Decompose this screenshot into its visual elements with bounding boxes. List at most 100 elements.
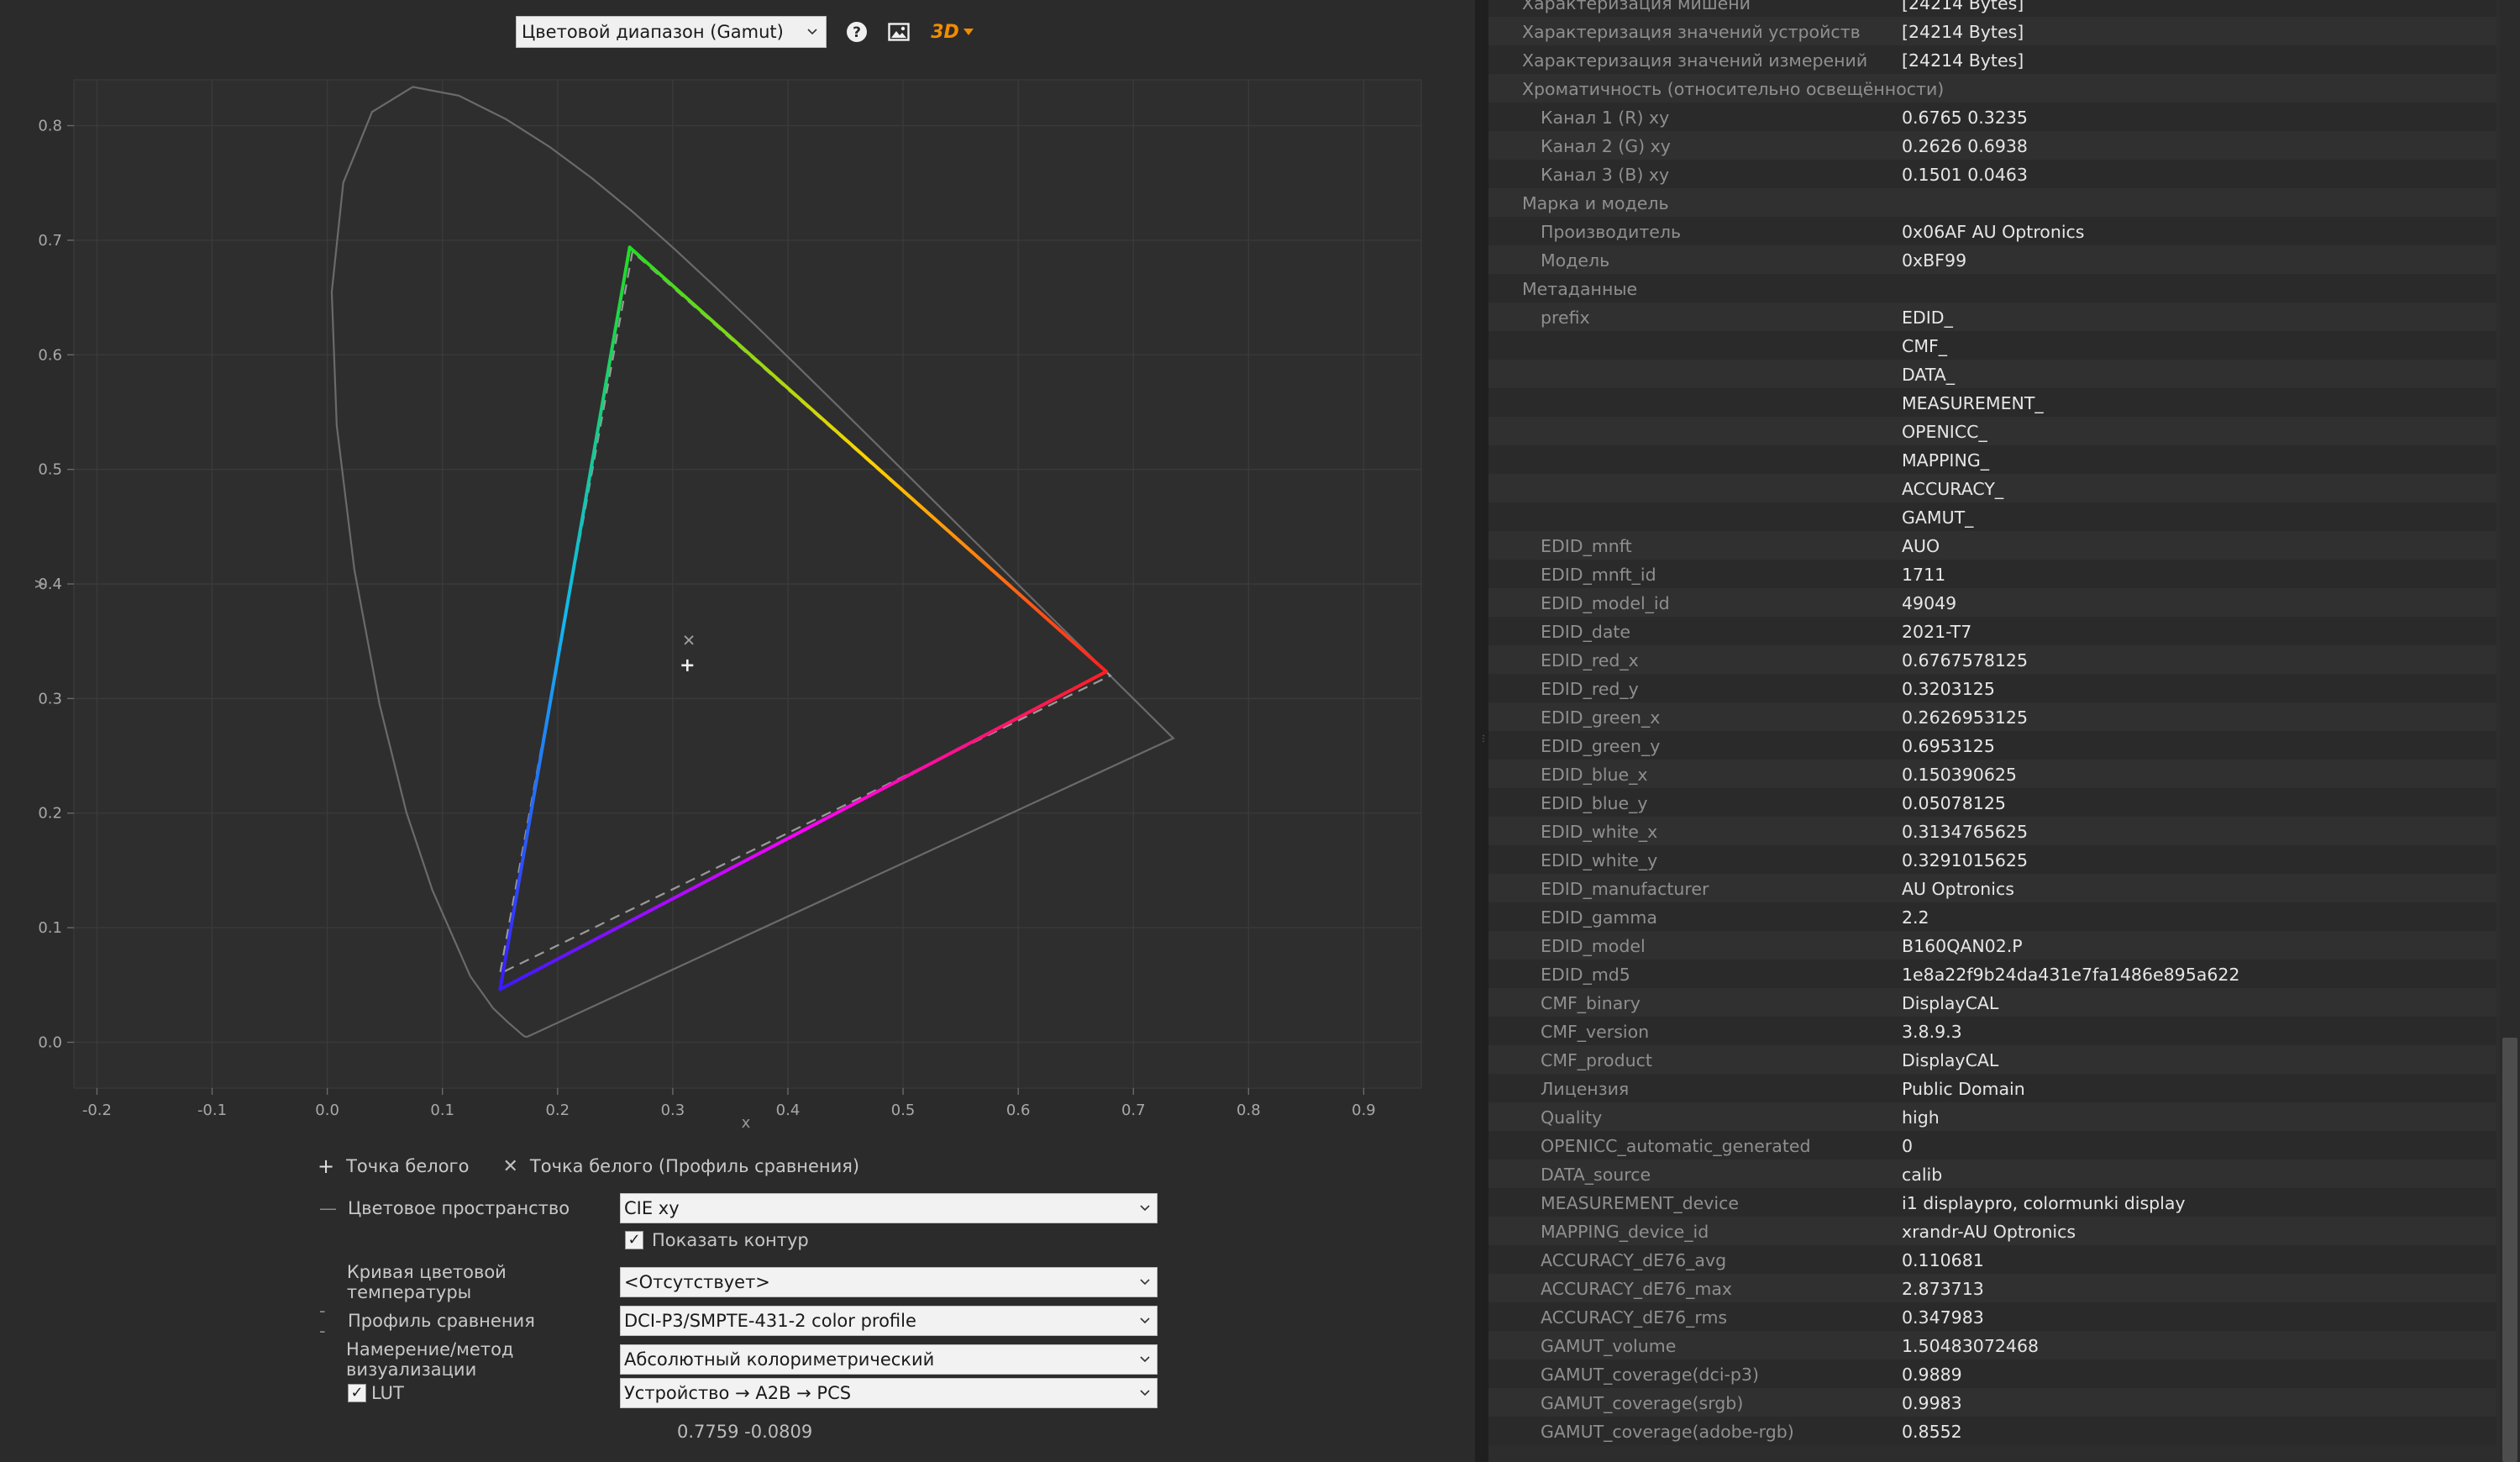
info-row[interactable]: ACCURACY_dE76_avg 0.110681 [1488, 1245, 2496, 1274]
info-row[interactable]: ACCURACY_ [1488, 474, 2496, 502]
scrollbar-thumb[interactable] [2502, 1038, 2517, 1462]
chart-legend: + Точка белого ✕ Точка белого (Профиль с… [318, 1154, 859, 1178]
info-row[interactable]: DATA_source calib [1488, 1160, 2496, 1188]
info-row[interactable]: EDID_blue_y 0.05078125 [1488, 788, 2496, 817]
info-value: 0.6953125 [1902, 736, 1995, 756]
info-row[interactable]: GAMUT_coverage(dci-p3) 0.9889 [1488, 1359, 2496, 1388]
info-row[interactable]: GAMUT_volume 1.50483072468 [1488, 1331, 2496, 1359]
x-tick-label: 0.3 [661, 1102, 685, 1119]
info-row[interactable]: EDID_mnft_id 1711 [1488, 560, 2496, 588]
info-row[interactable]: GAMUT_coverage(adobe-rgb) 0.8552 [1488, 1417, 2496, 1445]
info-value: [24214 Bytes] [1902, 0, 2024, 13]
info-key: Модель [1541, 250, 1610, 271]
image-icon[interactable] [887, 20, 911, 44]
info-row[interactable]: MEASUREMENT_ [1488, 388, 2496, 417]
info-scrollbar[interactable] [2500, 0, 2520, 1462]
info-row[interactable]: DATA_ [1488, 360, 2496, 388]
info-row[interactable]: Модель 0xBF99 [1488, 245, 2496, 274]
info-row[interactable]: EDID_white_x 0.3134765625 [1488, 817, 2496, 845]
lut-label: LUT [371, 1383, 404, 1403]
info-row[interactable]: Характеризация значений устройств [24214 … [1488, 17, 2496, 45]
info-row[interactable]: CMF_product DisplayCAL [1488, 1045, 2496, 1074]
info-row[interactable]: Канал 1 (R) xy 0.6765 0.3235 [1488, 103, 2496, 131]
info-row[interactable]: ACCURACY_dE76_max 2.873713 [1488, 1274, 2496, 1302]
lut-checkbox[interactable]: ✓ [348, 1384, 366, 1402]
dashed-line-icon: - - [319, 1301, 326, 1341]
info-row[interactable]: EDID_manufacturer AU Optronics [1488, 874, 2496, 902]
view-3d-button[interactable]: 3D [929, 20, 976, 44]
info-row[interactable]: EDID_model B160QAN02.P [1488, 931, 2496, 960]
info-row[interactable]: OPENICC_automatic_generated 0 [1488, 1131, 2496, 1160]
info-row[interactable]: CMF_ [1488, 331, 2496, 360]
legend-white-point-label: Точка белого [346, 1156, 470, 1176]
info-value: Public Domain [1902, 1079, 2025, 1099]
info-row[interactable]: EDID_blue_x 0.150390625 [1488, 760, 2496, 788]
help-icon[interactable]: ? [845, 20, 869, 44]
info-row[interactable]: GAMUT_ [1488, 502, 2496, 531]
info-row[interactable]: CMF_version 3.8.9.3 [1488, 1017, 2496, 1045]
info-row[interactable]: MAPPING_device_id xrandr-AU Optronics [1488, 1217, 2496, 1245]
info-value: [24214 Bytes] [1902, 50, 2024, 71]
info-row[interactable]: MAPPING_ [1488, 445, 2496, 474]
intent-row: Намерение/метод визуализации Абсолютный … [319, 1339, 1158, 1380]
info-value: calib [1902, 1165, 1943, 1185]
info-value: 0.8552 [1902, 1422, 1962, 1442]
info-row[interactable]: EDID_green_x 0.2626953125 [1488, 702, 2496, 731]
info-row[interactable]: prefix EDID_ [1488, 302, 2496, 331]
info-row[interactable]: GAMUT_coverage(srgb) 0.9983 [1488, 1388, 2496, 1417]
colorspace-select[interactable]: CIE xy [620, 1193, 1158, 1223]
info-row[interactable]: Производитель 0x06AF AU Optronics [1488, 217, 2496, 245]
show-outline-checkbox[interactable]: ✓ [625, 1231, 643, 1249]
info-row[interactable]: EDID_model_id 49049 [1488, 588, 2496, 617]
info-value: DisplayCAL [1902, 993, 1999, 1013]
cursor-coordinates: 0.7759 -0.0809 [677, 1422, 813, 1442]
info-row[interactable]: Характеризация значений измерений [24214 … [1488, 45, 2496, 74]
info-row[interactable]: EDID_red_x 0.6767578125 [1488, 645, 2496, 674]
info-row[interactable]: EDID_md5 1e8a22f9b24da431e7fa1486e895a622 [1488, 960, 2496, 988]
info-row[interactable]: EDID_mnft AUO [1488, 531, 2496, 560]
intent-label-wrap: Намерение/метод визуализации [319, 1339, 620, 1380]
info-row[interactable]: EDID_white_y 0.3291015625 [1488, 845, 2496, 874]
info-key: DATA_source [1541, 1165, 1651, 1185]
view-mode-select[interactable]: Цветовой диапазон (Gamut) [516, 16, 827, 48]
info-row[interactable]: Марка и модель [1488, 188, 2496, 217]
pane-splitter[interactable]: ⋮ [1475, 0, 1488, 1462]
compare-profile-label-wrap: - - Профиль сравнения [319, 1301, 620, 1341]
info-row[interactable]: EDID_gamma 2.2 [1488, 902, 2496, 931]
info-row[interactable]: EDID_green_y 0.6953125 [1488, 731, 2496, 760]
plus-icon: + [318, 1154, 335, 1178]
gamut-viewer-pane: Цветовой диапазон (Gamut) ? 3D -0.2 -0.1 0… [0, 0, 1475, 1462]
info-row[interactable]: Лицензия Public Domain [1488, 1074, 2496, 1102]
info-row[interactable]: ACCURACY_dE76_rms 0.347983 [1488, 1302, 2496, 1331]
info-value: 0.9889 [1902, 1365, 1962, 1385]
info-row[interactable]: EDID_red_y 0.3203125 [1488, 674, 2496, 702]
cie-xy-chart[interactable]: -0.2 -0.1 0.0 0.1 0.2 0.3 0.4 0.5 0.6 0.7 0.8 0.9 0.… [0, 67, 1475, 1134]
info-key: CMF_version [1541, 1022, 1650, 1042]
colorspace-select-value: CIE xy [624, 1198, 680, 1218]
info-value: 0xBF99 [1902, 250, 1967, 271]
info-value: 0.05078125 [1902, 793, 2006, 813]
info-row[interactable]: Хроматичность (относительно освещённости… [1488, 74, 2496, 103]
info-row[interactable]: CMF_binary DisplayCAL [1488, 988, 2496, 1017]
info-row[interactable]: Quality high [1488, 1102, 2496, 1131]
info-key: EDID_blue_x [1541, 765, 1648, 785]
compare-profile-select[interactable]: DCI-P3/SMPTE-431-2 color profile [620, 1306, 1158, 1336]
info-row[interactable]: Метаданные [1488, 274, 2496, 302]
info-key: GAMUT_coverage(srgb) [1541, 1393, 1744, 1413]
info-key: GAMUT_volume [1541, 1336, 1677, 1356]
y-tick-label: 0.3 [38, 690, 62, 707]
info-row[interactable]: Канал 3 (B) xy 0.1501 0.0463 [1488, 160, 2496, 188]
info-row[interactable]: Характеризация мишени [24214 Bytes] [1488, 0, 2496, 17]
info-row[interactable]: MEASUREMENT_device i1 displaypro, colormu… [1488, 1188, 2496, 1217]
info-key: Характеризация мишени [1522, 0, 1751, 13]
info-row[interactable]: Канал 2 (G) xy 0.2626 0.6938 [1488, 131, 2496, 160]
info-key: Канал 2 (G) xy [1541, 136, 1671, 156]
intent-select[interactable]: Абсолютный колориметрический [620, 1344, 1158, 1375]
info-row[interactable]: OPENICC_ [1488, 417, 2496, 445]
cct-curve-select[interactable]: <Отсутствует> [620, 1267, 1158, 1297]
lut-row: ✓ LUT Устройство → A2B → PCS [319, 1378, 1158, 1408]
lut-select[interactable]: Устройство → A2B → PCS [620, 1378, 1158, 1408]
info-value: 1e8a22f9b24da431e7fa1486e895a622 [1902, 965, 2240, 985]
info-value: ACCURACY_ [1902, 479, 2004, 499]
info-row[interactable]: EDID_date 2021-T7 [1488, 617, 2496, 645]
